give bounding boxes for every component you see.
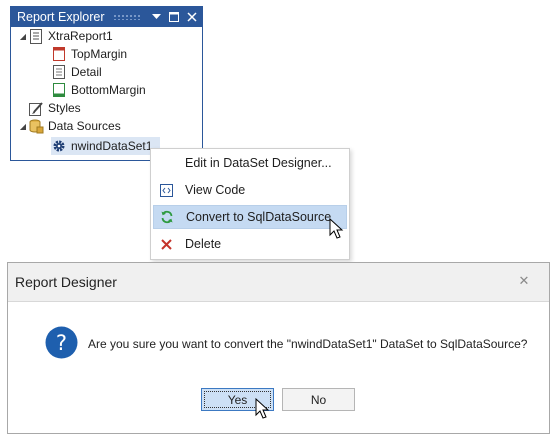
tree-item-report[interactable]: ◢ XtraReport1 xyxy=(18,27,113,45)
menu-item-delete[interactable]: Delete xyxy=(153,232,347,256)
tree-label-styles: Styles xyxy=(48,101,81,115)
tree-item-topmargin[interactable]: TopMargin xyxy=(51,45,127,63)
report-explorer-panel: Report Explorer ◢ XtraReport1 TopMargin … xyxy=(10,6,203,161)
tree-label-bottommargin: BottomMargin xyxy=(71,83,146,97)
collapse-arrow-icon[interactable]: ◢ xyxy=(18,32,28,41)
dialog-title: Report Designer xyxy=(15,274,117,290)
tree-label-data-sources: Data Sources xyxy=(48,119,121,133)
menu-item-label: Edit in DataSet Designer... xyxy=(185,156,332,170)
mouse-cursor-icon xyxy=(255,398,270,419)
menu-item-view-code[interactable]: View Code xyxy=(153,178,347,202)
context-menu: Edit in DataSet Designer... View Code Co… xyxy=(150,148,350,260)
mouse-cursor-icon xyxy=(329,218,344,239)
bottom-margin-band-icon xyxy=(51,82,67,98)
top-margin-band-icon xyxy=(51,46,67,62)
explorer-title-bar[interactable]: Report Explorer xyxy=(11,7,202,27)
data-sources-icon xyxy=(28,118,44,134)
styles-icon xyxy=(28,100,44,116)
no-button[interactable]: No xyxy=(282,388,355,411)
dropdown-icon[interactable] xyxy=(148,9,164,25)
collapse-arrow-icon[interactable]: ◢ xyxy=(18,122,28,131)
refresh-icon xyxy=(154,210,180,224)
tree-item-dataset[interactable]: nwindDataSet1 xyxy=(51,137,161,155)
tree-label-detail: Detail xyxy=(71,65,102,79)
tree-label-dataset: nwindDataSet1 xyxy=(71,139,153,153)
no-button-label: No xyxy=(310,392,327,407)
svg-text:?: ? xyxy=(56,331,67,355)
menu-item-edit-in-dataset-designer[interactable]: Edit in DataSet Designer... xyxy=(153,151,347,175)
maximize-icon[interactable] xyxy=(166,9,182,25)
dialog-message: Are you sure you want to convert the "nw… xyxy=(88,337,528,351)
close-icon[interactable] xyxy=(184,9,200,25)
tree-item-styles[interactable]: Styles xyxy=(28,99,81,117)
question-icon: ? xyxy=(45,326,78,359)
menu-item-convert-to-sqldatasource[interactable]: Convert to SqlDataSource xyxy=(153,205,347,229)
tree-item-data-sources[interactable]: ◢ Data Sources xyxy=(18,117,121,135)
detail-band-icon xyxy=(51,64,67,80)
dialog-title-bar[interactable]: Report Designer ✕ xyxy=(8,263,549,302)
gear-icon xyxy=(51,138,67,154)
delete-icon xyxy=(153,238,179,250)
tree-item-bottommargin[interactable]: BottomMargin xyxy=(51,81,146,99)
menu-item-label: View Code xyxy=(185,183,246,197)
code-icon xyxy=(153,183,179,197)
close-icon[interactable]: ✕ xyxy=(517,273,531,288)
menu-item-label: Delete xyxy=(185,237,222,251)
tree-label-report: XtraReport1 xyxy=(48,29,113,43)
confirm-dialog: Report Designer ✕ ? Are you sure you wan… xyxy=(7,262,550,434)
tree-label-topmargin: TopMargin xyxy=(71,47,128,61)
tree-item-detail[interactable]: Detail xyxy=(51,63,102,81)
drag-grip[interactable] xyxy=(112,14,142,20)
menu-item-label: Convert to SqlDataSource xyxy=(186,210,332,224)
report-icon xyxy=(28,28,44,44)
explorer-title: Report Explorer xyxy=(17,10,105,24)
